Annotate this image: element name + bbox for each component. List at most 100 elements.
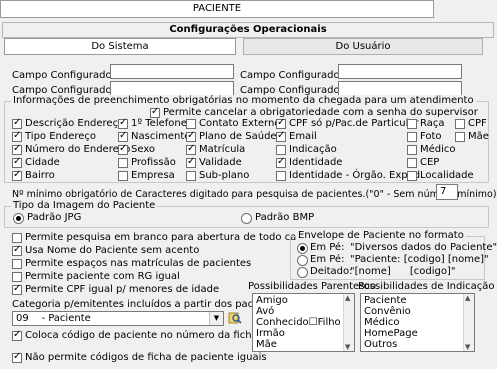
- page-title: PACIENTE: [192, 3, 242, 14]
- check-numero-endereco[interactable]: [12, 143, 22, 155]
- campo-4-input[interactable]: [338, 81, 462, 96]
- check-plano-saude[interactable]: [186, 130, 196, 142]
- image-type-title: Tipo da Imagem do Paciente: [11, 200, 158, 212]
- check-bairro[interactable]: [12, 169, 22, 181]
- check-nascimento[interactable]: [118, 130, 128, 142]
- opt-espacos-matriculas[interactable]: [12, 259, 22, 269]
- check-indicacao[interactable]: [276, 145, 286, 155]
- envelope-radio-1[interactable]: [297, 243, 308, 254]
- check-cep-label: CEP: [420, 157, 440, 168]
- opt-nao-permite-iguais[interactable]: [12, 351, 22, 363]
- check-identidade-orgao[interactable]: [276, 171, 286, 181]
- envelope-radio-3[interactable]: [297, 267, 308, 278]
- check-cpf-label: CPF: [468, 118, 487, 129]
- min-chars-value: 7: [440, 186, 447, 197]
- list-item[interactable]: Outros: [364, 339, 397, 350]
- parentesco-scrollbar[interactable]: ▲ ▼: [343, 294, 354, 351]
- indicacao-list[interactable]: Paciente Convênio Médico HomePage Outros…: [360, 293, 475, 352]
- check-validade[interactable]: [186, 156, 196, 168]
- opt-nome-sem-acento-label: Usa Nome do Paciente sem acento: [25, 245, 200, 256]
- check-raca-label: Raça: [420, 118, 445, 129]
- campo-2-input[interactable]: [338, 64, 462, 79]
- check-tipo-endereco-label: Tipo Endereço: [25, 131, 97, 142]
- radio-padrao-bmp[interactable]: [241, 213, 252, 224]
- check-cpf[interactable]: [455, 119, 465, 129]
- check-foto[interactable]: [407, 132, 417, 142]
- check-empresa[interactable]: [118, 171, 128, 181]
- envelope-row-1-value: "Diversos dados do Paciente": [350, 242, 497, 253]
- check-mae[interactable]: [455, 132, 465, 142]
- check-tipo-endereco[interactable]: [12, 130, 22, 142]
- campo-1-input[interactable]: [110, 64, 234, 79]
- opt-rg-igual-label: Permite paciente com RG igual: [25, 271, 180, 282]
- check-sub-plano-label: Sub-plano: [199, 170, 250, 181]
- opt-coloca-codigo-label: Coloca código de paciente no número da f…: [25, 330, 258, 341]
- check-telefone-label: 1º Telefone: [131, 118, 187, 129]
- list-item[interactable]: Convênio: [364, 306, 411, 317]
- campo-3-input[interactable]: [110, 81, 234, 96]
- check-identidade[interactable]: [276, 156, 286, 168]
- envelope-radio-2[interactable]: [297, 255, 308, 266]
- opt-espacos-matriculas-label: Permite espaços nas matrículas de pacien…: [25, 258, 252, 269]
- check-plano-saude-label: Plano de Saúde: [199, 131, 277, 142]
- tab-do-sistema-label: Do Sistema: [91, 41, 149, 52]
- campo-1-label: Campo Configurado 1:: [12, 70, 125, 81]
- radio-padrao-jpg-label: Padrão JPG: [27, 212, 82, 223]
- categoria-value: 09 - Paciente: [16, 313, 91, 324]
- list-item[interactable]: Irmão: [256, 328, 285, 339]
- check-email[interactable]: [276, 130, 286, 142]
- category-lookup-icon[interactable]: [228, 311, 242, 325]
- check-contato-externo[interactable]: [186, 119, 196, 129]
- check-descricao-endereco-label: Descrição Endereço: [25, 118, 125, 129]
- check-numero-endereco-label: Número do Endereço: [25, 144, 131, 155]
- check-localidade[interactable]: [407, 171, 417, 181]
- list-item[interactable]: Mãe: [256, 339, 277, 350]
- check-contato-externo-label: Contato Externo: [199, 118, 281, 129]
- check-identidade-orgao-label: Identidade - Órgão. Exped.: [289, 170, 424, 181]
- opt-nome-sem-acento[interactable]: [12, 244, 22, 256]
- list-item[interactable]: Avó: [256, 306, 274, 317]
- check-telefone[interactable]: [118, 117, 128, 129]
- check-cpf-particular[interactable]: [276, 117, 286, 129]
- min-chars-input[interactable]: 7: [436, 184, 458, 200]
- check-matricula[interactable]: [186, 143, 196, 155]
- radio-padrao-jpg[interactable]: [13, 213, 24, 224]
- check-cidade[interactable]: [12, 156, 22, 168]
- opt-coloca-codigo[interactable]: [12, 329, 22, 341]
- check-email-label: Email: [289, 131, 317, 142]
- radio-padrao-bmp-label: Padrão BMP: [255, 212, 315, 223]
- check-sexo-label: Sexo: [131, 144, 156, 155]
- opt-cpf-igual-label: Permite CPF igual p/ menores de idade: [25, 284, 220, 295]
- check-cep[interactable]: [407, 158, 417, 168]
- check-descricao-endereco[interactable]: [12, 117, 22, 129]
- list-item[interactable]: Amigo: [256, 295, 288, 306]
- chevron-down-icon[interactable]: ▼: [209, 312, 223, 325]
- opt-nao-permite-iguais-label: Não permite códigos de ficha de paciente…: [25, 352, 267, 363]
- opt-pesquisa-branco[interactable]: [12, 233, 22, 243]
- categoria-select[interactable]: 09 - Paciente ▼: [12, 311, 224, 326]
- info-heading: Informações de preenchimento obrigatória…: [11, 95, 476, 107]
- parentesco-list[interactable]: Amigo Avó Conhecido☐Filho Irmão Mãe ▲ ▼: [252, 293, 355, 352]
- check-cidade-label: Cidade: [25, 157, 60, 168]
- check-raca[interactable]: [407, 119, 417, 129]
- list-item[interactable]: Paciente: [364, 295, 407, 306]
- list-item[interactable]: Médico: [364, 317, 400, 328]
- check-sexo[interactable]: [118, 143, 128, 155]
- check-sub-plano[interactable]: [186, 171, 196, 181]
- list-item[interactable]: HomePage: [364, 328, 418, 339]
- check-empresa-label: Empresa: [131, 170, 175, 181]
- tab-do-sistema[interactable]: Do Sistema: [4, 38, 236, 55]
- permite-cancelar-checkbox[interactable]: [150, 106, 160, 118]
- tab-do-usuario-label: Do Usuário: [335, 41, 391, 52]
- check-mae-label: Mãe: [468, 131, 489, 142]
- list-item[interactable]: Conhecido☐Filho: [256, 317, 341, 328]
- check-profissao[interactable]: [118, 158, 128, 168]
- indicacao-scrollbar[interactable]: ▲ ▼: [463, 294, 474, 351]
- envelope-row-2-key: Em Pé:: [310, 254, 345, 265]
- campo-2-label: Campo Configurado 2:: [240, 70, 353, 81]
- check-medico[interactable]: [407, 145, 417, 155]
- opt-rg-igual[interactable]: [12, 272, 22, 282]
- parentesco-title: Possibilidades Parentesco: [248, 281, 377, 292]
- tab-do-usuario[interactable]: Do Usuário: [243, 38, 483, 55]
- opt-cpf-igual[interactable]: [12, 283, 22, 295]
